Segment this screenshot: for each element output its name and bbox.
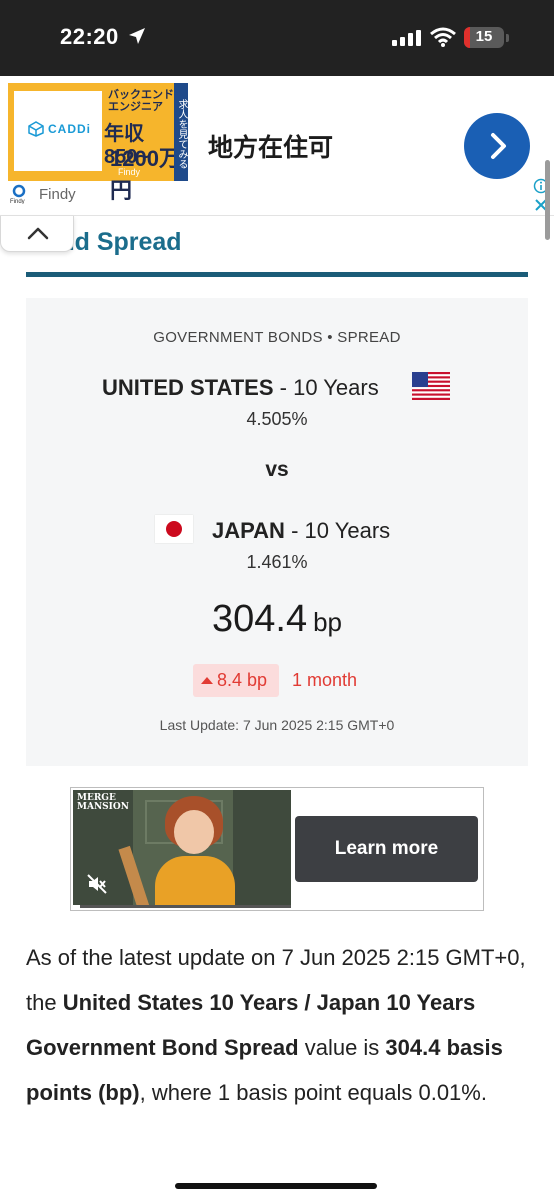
cube-logo-icon <box>28 121 44 137</box>
spread-value: 304.4 bp <box>26 598 528 641</box>
location-arrow-icon <box>129 28 145 44</box>
card-caption: GOVERNMENT BONDS • SPREAD <box>153 329 401 346</box>
spread-number: 304.4 <box>211 598 308 640</box>
status-bar: 22:20 15 <box>0 0 554 76</box>
country-b-term: - 10 Years <box>284 518 391 543</box>
ad-image-side-cta: 求人を見てみる <box>174 83 188 181</box>
country-b-name: JAPAN <box>212 518 285 543</box>
ad-banner[interactable]: CADDi バックエンド エンジニア 年収850~ 1200万円 Findy 求… <box>0 76 554 216</box>
country-a-heading: UNITED STATES - 10 Years <box>102 375 379 401</box>
svg-text:Findy: Findy <box>10 199 25 204</box>
change-value: 8.4 bp <box>217 670 268 690</box>
japan-flag-icon <box>155 515 193 543</box>
ad-image-logo-text: CADDi <box>48 122 91 136</box>
spread-description: As of the latest update on 7 Jun 2025 2:… <box>26 935 528 1115</box>
video-progress-bar[interactable] <box>73 905 291 908</box>
ad-open-button[interactable] <box>464 113 530 179</box>
ad-image[interactable]: CADDi バックエンド エンジニア 年収850~ 1200万円 Findy 求… <box>8 83 188 203</box>
battery-icon: 15 <box>464 27 504 48</box>
battery-cap <box>506 34 509 42</box>
thumb-character-face <box>174 810 214 854</box>
description-text: , where 1 basis point equals 0.01%. <box>139 1080 487 1105</box>
description-text: value is <box>298 1035 386 1060</box>
wifi-icon <box>430 27 456 47</box>
muted-speaker-icon[interactable] <box>87 874 107 894</box>
country-b-yield: 1.461% <box>246 552 308 572</box>
collapse-ad-button[interactable] <box>0 216 74 252</box>
findy-logo-icon: Findy <box>10 184 26 204</box>
chevron-up-icon <box>27 227 49 240</box>
section-divider <box>26 272 528 277</box>
vs-label: vs <box>265 458 289 481</box>
ad-image-brand: Findy <box>118 167 141 177</box>
triangle-up-icon <box>201 677 213 684</box>
country-a-term: - 10 Years <box>273 375 379 400</box>
ad-image-title: バックエンド エンジニア <box>108 89 174 113</box>
ad-advertiser[interactable]: Findy <box>39 186 76 203</box>
spread-unit: bp <box>313 607 342 637</box>
cellular-signal-icon <box>392 30 421 46</box>
country-b-heading: JAPAN - 10 Years <box>212 518 390 544</box>
last-update: Last Update: 7 Jun 2025 2:15 GMT+0 <box>159 717 395 733</box>
video-thumbnail[interactable]: MERGE MANSION <box>73 790 291 908</box>
thumb-character-body <box>155 856 235 908</box>
bond-spread-card: GOVERNMENT BONDS • SPREAD UNITED STATES … <box>26 298 528 766</box>
video-progress-fill <box>73 905 80 908</box>
change-period: 1 month <box>292 670 358 690</box>
country-a-name: UNITED STATES <box>102 375 274 400</box>
japan-flag-sun <box>166 521 182 537</box>
change-badge: 8.4 bp <box>193 664 279 697</box>
us-flag-icon <box>412 372 450 400</box>
status-time: 22:20 <box>60 24 119 49</box>
learn-more-button[interactable]: Learn more <box>295 816 478 882</box>
battery-percent: 15 <box>475 28 493 45</box>
home-indicator[interactable] <box>175 1183 377 1189</box>
ad-headline[interactable]: 地方在住可 <box>208 128 333 164</box>
video-ad[interactable]: MERGE MANSION Learn more <box>70 787 484 911</box>
scroll-indicator[interactable] <box>545 160 550 240</box>
video-brand-logo: MERGE MANSION <box>77 793 129 812</box>
ad-image-logo-panel: CADDi <box>14 91 102 171</box>
chevron-right-icon <box>491 133 506 159</box>
country-a-yield: 4.505% <box>246 409 308 429</box>
